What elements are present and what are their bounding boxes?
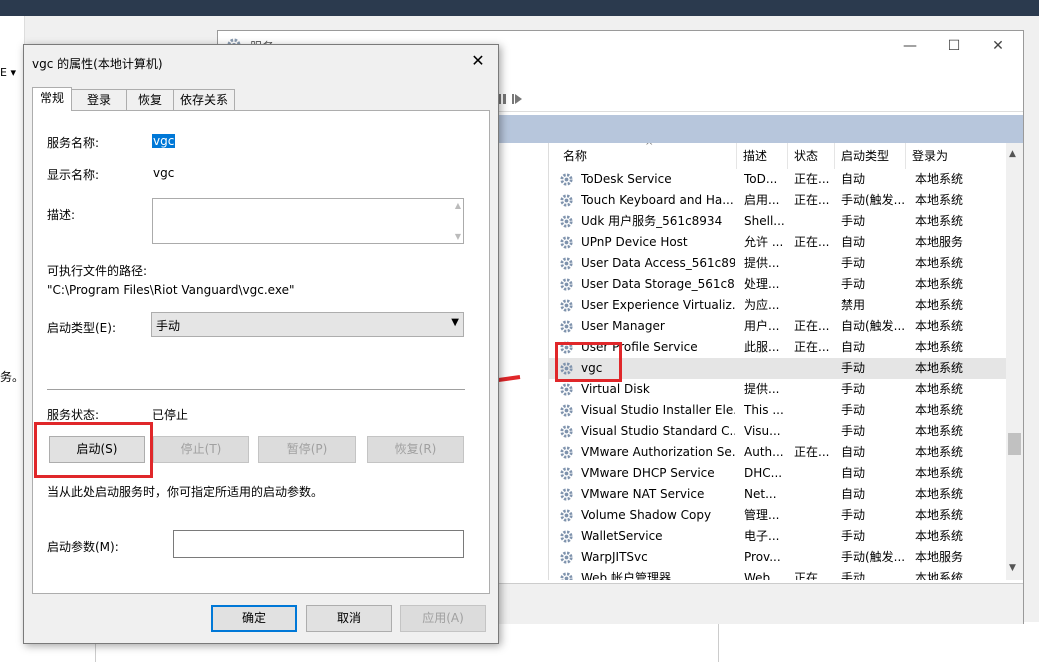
service-status-value: 已停止	[152, 408, 189, 422]
description-box[interactable]: ▲ ▼	[152, 198, 464, 244]
general-tab-page: 服务名称: vgc 显示名称: vgc 描述: ▲ ▼ 可执行文件的路径: "C…	[32, 110, 490, 594]
display-name-label: 显示名称:	[47, 168, 100, 182]
tab-general[interactable]: 常规	[32, 87, 72, 111]
ok-button[interactable]: 确定	[211, 605, 297, 632]
tab-dependencies[interactable]: 依存关系	[173, 89, 235, 110]
chevron-down-icon: ▼	[451, 317, 459, 328]
cancel-button[interactable]: 取消	[306, 605, 392, 632]
tab-recovery[interactable]: 恢复	[126, 89, 174, 110]
stop-button[interactable]: 停止(T)	[153, 436, 249, 463]
exe-path-value[interactable]: "C:\Program Files\Riot Vanguard\vgc.exe"	[47, 283, 294, 297]
startup-type-select[interactable]: 手动 ▼	[151, 312, 464, 337]
divider	[47, 389, 465, 390]
desc-scroll-up-icon[interactable]: ▲	[455, 201, 461, 210]
dialog-close-icon[interactable]: ✕	[464, 49, 492, 73]
pause-button[interactable]: 暂停(P)	[258, 436, 356, 463]
start-button-highlight-box	[34, 422, 153, 478]
service-status-label: 服务状态:	[47, 408, 100, 422]
start-params-label: 启动参数(M):	[47, 540, 119, 554]
apply-button[interactable]: 应用(A)	[400, 605, 486, 632]
desc-scroll-down-icon[interactable]: ▼	[455, 232, 461, 241]
service-name-value[interactable]: vgc	[152, 134, 176, 148]
tab-logon[interactable]: 登录	[71, 89, 127, 110]
properties-dialog: vgc 的属性(本地计算机) ✕ 常规 登录 恢复 依存关系 服务名称: vgc…	[23, 44, 499, 644]
start-params-input[interactable]	[173, 530, 464, 558]
display-name-value[interactable]: vgc	[153, 166, 174, 180]
service-name-label: 服务名称:	[47, 136, 100, 150]
dialog-title: vgc 的属性(本地计算机)	[32, 57, 163, 71]
description-label: 描述:	[47, 208, 76, 222]
startup-type-label: 启动类型(E):	[47, 321, 116, 335]
exe-path-label: 可执行文件的路径:	[47, 264, 148, 278]
startup-type-value: 手动	[156, 319, 181, 333]
resume-button[interactable]: 恢复(R)	[367, 436, 464, 463]
start-params-hint: 当从此处启动服务时，你可指定所适用的启动参数。	[47, 485, 324, 499]
